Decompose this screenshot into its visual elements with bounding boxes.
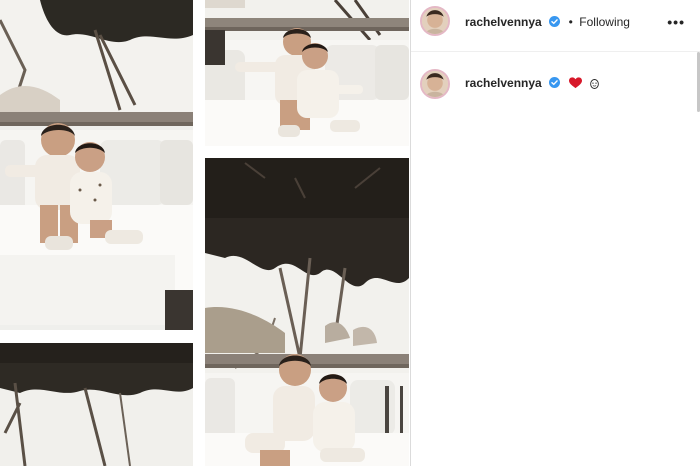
separator-dot: • — [568, 15, 573, 29]
photo-kids-sofa-right — [205, 158, 409, 466]
post-header: rachelvennya • Following ••• — [411, 0, 700, 52]
photo-kids-sofa-top — [205, 0, 409, 146]
username-link[interactable]: rachelvennya — [465, 15, 542, 29]
header-user-line: rachelvennya • Following — [465, 13, 630, 31]
avatar[interactable] — [420, 69, 450, 99]
caption-text: rachelvennya — [465, 74, 599, 92]
photo-tree-bottom — [0, 343, 193, 466]
avatar[interactable] — [420, 6, 450, 36]
more-options-icon[interactable]: ••• — [667, 14, 685, 30]
caption-row: rachelvennya — [411, 65, 700, 105]
verified-badge-icon — [549, 77, 561, 88]
verified-badge-icon — [549, 16, 561, 27]
photo-kids-sofa-left — [0, 0, 193, 330]
post-side-panel: rachelvennya • Following ••• rachelvenny… — [411, 0, 700, 466]
post-media-collage[interactable] — [0, 0, 410, 466]
following-button[interactable]: Following — [579, 15, 630, 29]
caption-username-link[interactable]: rachelvennya — [465, 76, 542, 90]
face-icon — [590, 79, 599, 89]
heart-icon — [568, 77, 582, 89]
